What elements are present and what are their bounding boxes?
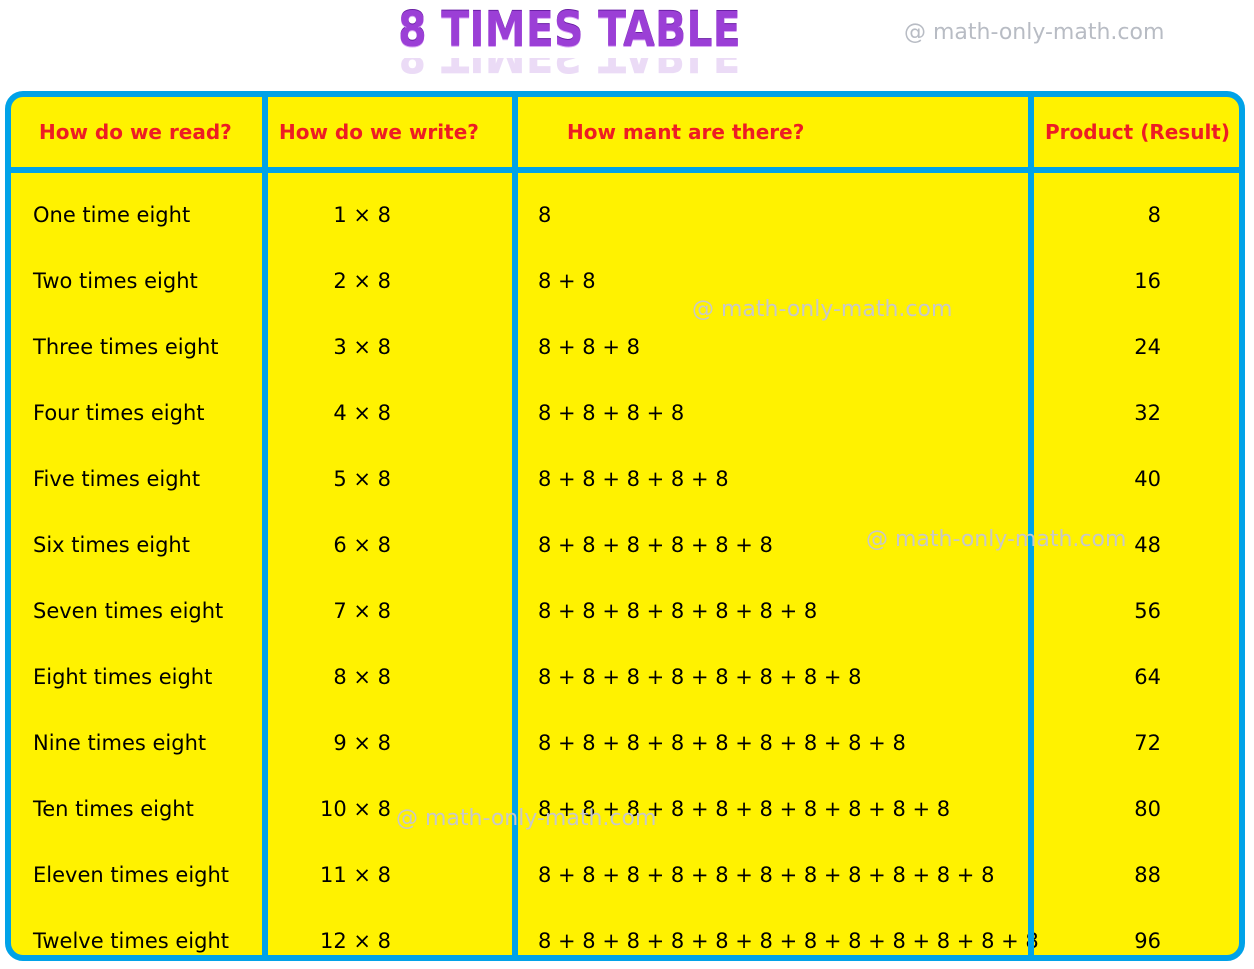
header-product: Product (Result) xyxy=(1045,120,1230,144)
cell-count: 8 + 8 + 8 + 8 + 8 + 8 xyxy=(538,533,773,557)
table-row: Three times eight 3 × 8 8 + 8 + 8 24 xyxy=(11,314,1239,380)
cell-read: Twelve times eight xyxy=(33,929,229,953)
cell-product: 16 xyxy=(1134,269,1161,293)
cell-product: 80 xyxy=(1134,797,1161,821)
cell-product: 24 xyxy=(1134,335,1161,359)
column-divider xyxy=(512,97,518,955)
cell-count: 8 + 8 + 8 + 8 + 8 + 8 + 8 + 8 + 8 + 8 + … xyxy=(538,863,995,887)
header-divider xyxy=(11,167,1239,173)
cell-product: 64 xyxy=(1134,665,1161,689)
cell-write: 11 × 8 xyxy=(319,863,391,887)
cell-write: 8 × 8 xyxy=(333,665,391,689)
cell-count: 8 + 8 + 8 + 8 + 8 + 8 + 8 + 8 + 8 xyxy=(538,731,906,755)
cell-count: 8 xyxy=(538,203,552,227)
cell-read: Five times eight xyxy=(33,467,201,491)
cell-product: 88 xyxy=(1134,863,1161,887)
cell-write: 1 × 8 xyxy=(333,203,391,227)
times-table: How do we read? How do we write? How man… xyxy=(5,91,1245,961)
header-write: How do we write? xyxy=(279,120,479,144)
cell-write: 6 × 8 xyxy=(333,533,391,557)
cell-write: 5 × 8 xyxy=(333,467,391,491)
cell-count: 8 + 8 + 8 + 8 + 8 + 8 + 8 + 8 xyxy=(538,665,862,689)
table-row: Two times eight 2 × 8 8 + 8 16 xyxy=(11,248,1239,314)
title-reflection: 8 TIMES TABLE xyxy=(398,58,741,82)
cell-count: 8 + 8 + 8 + 8 xyxy=(538,401,685,425)
cell-product: 32 xyxy=(1134,401,1161,425)
watermark-top: @ math-only-math.com xyxy=(904,20,1165,45)
cell-read: Six times eight xyxy=(33,533,190,557)
table-row: Seven times eight 7 × 8 8 + 8 + 8 + 8 + 8 … xyxy=(11,578,1239,644)
cell-write: 10 × 8 xyxy=(319,797,391,821)
cell-count: 8 + 8 xyxy=(538,269,596,293)
table-row: Four times eight 4 × 8 8 + 8 + 8 + 8 32 xyxy=(11,380,1239,446)
cell-write: 12 × 8 xyxy=(319,929,391,953)
cell-write: 9 × 8 xyxy=(333,731,391,755)
cell-write: 7 × 8 xyxy=(333,599,391,623)
cell-count: 8 + 8 + 8 + 8 + 8 + 8 + 8 + 8 + 8 + 8 xyxy=(538,797,951,821)
table-row: Eleven times eight 11 × 8 8 + 8 + 8 + 8 + … xyxy=(11,842,1239,908)
cell-product: 56 xyxy=(1134,599,1161,623)
table-row: Ten times eight 10 × 8 8 + 8 + 8 + 8 + 8 +… xyxy=(11,776,1239,842)
page-title: 8 TIMES TABLE xyxy=(398,2,741,58)
column-divider xyxy=(1028,97,1034,955)
title-area: 8 TIMES TABLE 8 TIMES TABLE xyxy=(380,0,820,90)
table-row: Five times eight 5 × 8 8 + 8 + 8 + 8 + 8 40 xyxy=(11,446,1239,512)
cell-count: 8 + 8 + 8 + 8 + 8 + 8 + 8 + 8 + 8 + 8 + … xyxy=(538,929,1039,953)
cell-read: Four times eight xyxy=(33,401,205,425)
cell-write: 2 × 8 xyxy=(333,269,391,293)
table-row: Six times eight 6 × 8 8 + 8 + 8 + 8 + 8 + … xyxy=(11,512,1239,578)
cell-read: Three times eight xyxy=(33,335,219,359)
column-divider xyxy=(262,97,268,955)
cell-product: 40 xyxy=(1134,467,1161,491)
cell-count: 8 + 8 + 8 + 8 + 8 + 8 + 8 xyxy=(538,599,818,623)
table-row: One time eight 1 × 8 8 8 xyxy=(11,182,1239,248)
cell-read: Eight times eight xyxy=(33,665,213,689)
cell-write: 3 × 8 xyxy=(333,335,391,359)
cell-count: 8 + 8 + 8 xyxy=(538,335,640,359)
header-read: How do we read? xyxy=(39,120,232,144)
table-row: Nine times eight 9 × 8 8 + 8 + 8 + 8 + 8 +… xyxy=(11,710,1239,776)
cell-read: Seven times eight xyxy=(33,599,224,623)
cell-product: 48 xyxy=(1134,533,1161,557)
cell-read: Nine times eight xyxy=(33,731,207,755)
cell-count: 8 + 8 + 8 + 8 + 8 xyxy=(538,467,729,491)
cell-product: 8 xyxy=(1147,203,1161,227)
cell-read: One time eight xyxy=(33,203,191,227)
header-count: How mant are there? xyxy=(567,120,805,144)
cell-write: 4 × 8 xyxy=(333,401,391,425)
cell-product: 96 xyxy=(1134,929,1161,953)
cell-read: Ten times eight xyxy=(33,797,194,821)
cell-read: Eleven times eight xyxy=(33,863,230,887)
cell-read: Two times eight xyxy=(33,269,198,293)
table-row: Twelve times eight 12 × 8 8 + 8 + 8 + 8 + … xyxy=(11,908,1239,955)
table-row: Eight times eight 8 × 8 8 + 8 + 8 + 8 + 8 … xyxy=(11,644,1239,710)
cell-product: 72 xyxy=(1134,731,1161,755)
